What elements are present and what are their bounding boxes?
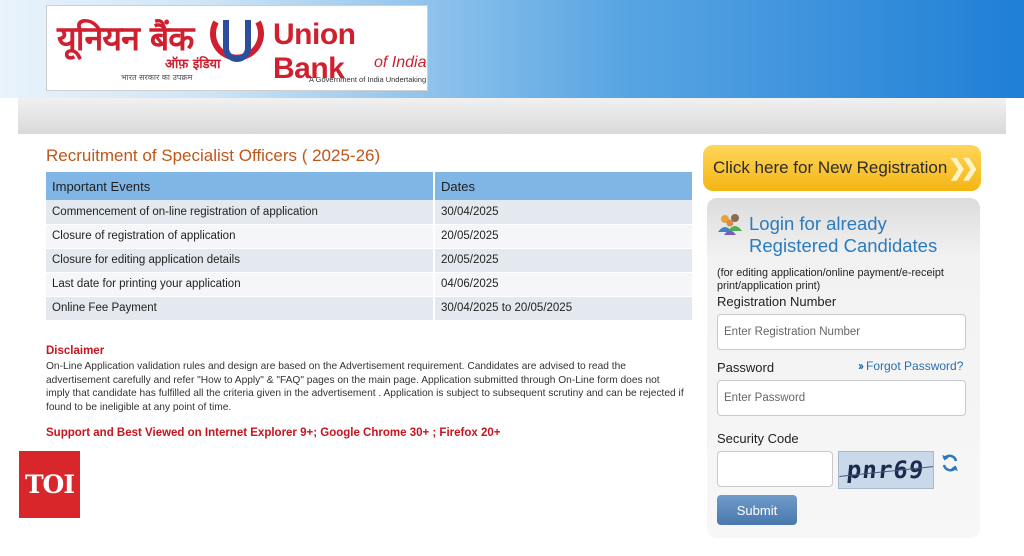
security-code-input[interactable] [717, 451, 833, 487]
date-cell: 30/04/2025 to 20/05/2025 [434, 296, 694, 321]
event-cell: Closure for editing application details [46, 248, 435, 273]
date-cell: 30/04/2025 [434, 200, 694, 225]
new-registration-button[interactable]: Click here for New Registration ❯❯ [703, 145, 981, 191]
union-bank-mark-icon [210, 20, 264, 62]
login-title: Login for already Registered Candidates [749, 213, 938, 256]
registration-number-label: Registration Number [717, 294, 837, 309]
date-cell: 20/05/2025 [434, 248, 694, 273]
password-label: Password [717, 360, 775, 375]
double-chevron-right-icon: ❯❯ [948, 155, 979, 180]
forgot-password-link[interactable]: ›› Forgot Password? [858, 359, 963, 373]
event-cell: Closure of registration of application [46, 224, 435, 249]
logo-english-sub: of India [374, 54, 427, 71]
submit-button[interactable]: Submit [717, 495, 797, 525]
event-cell: Last date for printing your application [46, 272, 435, 297]
logo-english-tagline: A Government of India Undertaking [309, 75, 427, 84]
nav-band [18, 98, 1006, 134]
table-row: Commencement of on-line registration of … [46, 200, 694, 225]
security-code-label: Security Code [717, 431, 799, 446]
disclaimer-text: On-Line Application validation rules and… [46, 361, 684, 413]
disclaimer-heading: Disclaimer [46, 345, 105, 357]
registration-number-input[interactable] [717, 314, 966, 350]
date-cell: 04/06/2025 [434, 272, 694, 297]
toi-watermark: TOI [19, 451, 80, 518]
captcha-image: pnr69 [838, 451, 934, 489]
site-header: यूनियन बैंक ऑफ़ इंडिया भारत सरकार का उपक… [0, 0, 1024, 98]
date-cell: 20/05/2025 [434, 224, 694, 249]
column-header: Important Events [46, 172, 435, 200]
new-registration-label: Click here for New Registration [713, 158, 948, 177]
refresh-icon[interactable] [940, 453, 960, 473]
forgot-password-label: Forgot Password? [866, 359, 964, 373]
important-events-table: Important Events Dates Commencement of o… [46, 172, 694, 321]
table-row: Closure of registration of application 2… [46, 224, 694, 249]
page-title: Recruitment of Specialist Officers ( 202… [46, 146, 381, 165]
logo-hindi-tagline: भारत सरकार का उपक्रम [121, 73, 193, 82]
table-header-row: Important Events Dates [46, 172, 694, 200]
captcha-text: pnr69 [845, 456, 926, 484]
login-note: (for editing application/online payment/… [717, 267, 944, 292]
column-header: Dates [434, 172, 694, 200]
password-input[interactable] [717, 380, 966, 416]
bank-logo[interactable]: यूनियन बैंक ऑफ़ इंडिया भारत सरकार का उपक… [46, 5, 428, 91]
browser-support-note: Support and Best Viewed on Internet Expl… [46, 427, 501, 439]
users-icon [718, 214, 742, 235]
event-cell: Commencement of on-line registration of … [46, 200, 435, 225]
double-chevron-right-icon: ›› [858, 359, 864, 373]
table-row: Last date for printing your application … [46, 272, 694, 297]
table-row: Online Fee Payment 30/04/2025 to 20/05/2… [46, 296, 694, 321]
event-cell: Online Fee Payment [46, 296, 435, 321]
table-row: Closure for editing application details … [46, 248, 694, 273]
